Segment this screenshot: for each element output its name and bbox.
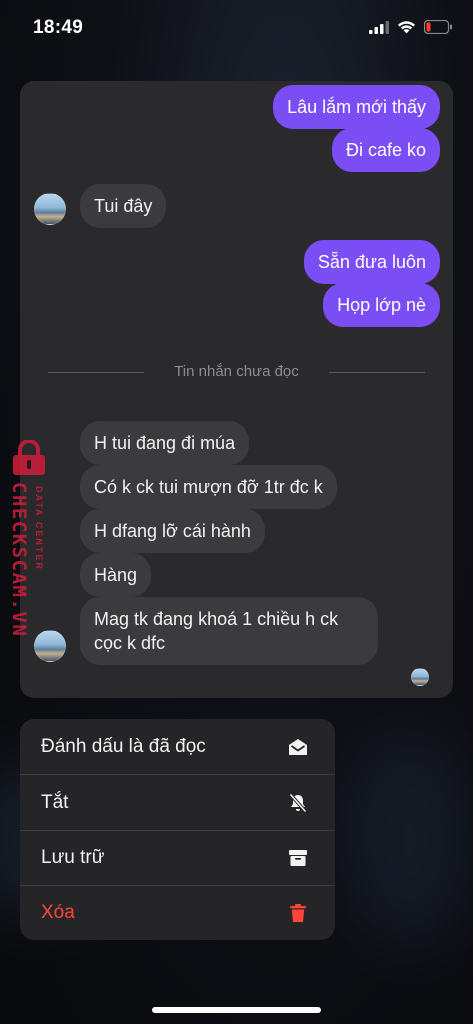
divider-line-right <box>329 372 425 373</box>
watermark-brand: CHECKSCAM.VN <box>8 482 30 638</box>
status-time: 18:49 <box>33 17 84 38</box>
contact-avatar[interactable] <box>34 193 66 225</box>
message-bubble-outgoing[interactable]: Đi cafe ko <box>331 128 440 172</box>
padlock-icon <box>13 440 45 475</box>
chat-preview-card[interactable]: Lâu lắm mới thấy Đi cafe ko Tui đây Sẵn … <box>20 81 453 698</box>
watermark-logo: CHECKSCAM.VN DATA CENTER <box>2 440 60 640</box>
context-menu: Đánh dấu là đã đọc Tắt Lưu trữ Xóa <box>20 719 335 940</box>
message-bubble-outgoing[interactable]: Họp lớp nè <box>323 283 440 327</box>
screen: 18:49 Lâu lắm mới thấy Đi cafe ko Tui đâ… <box>0 0 473 1024</box>
menu-item-mark-as-read[interactable]: Đánh dấu là đã đọc <box>20 719 335 774</box>
archive-box-icon <box>287 847 309 869</box>
mark-read-envelope-icon <box>287 736 309 758</box>
message-bubble-outgoing[interactable]: Sẵn đưa luôn <box>303 240 440 284</box>
menu-item-label: Đánh dấu là đã đọc <box>41 735 206 757</box>
message-bubble-incoming[interactable]: Hàng <box>80 553 152 597</box>
message-bubble-incoming[interactable]: Mag tk đang khoá 1 chiều h ck cọc k dfc <box>80 597 378 665</box>
status-icons <box>369 20 453 34</box>
menu-item-label: Xóa <box>41 901 75 923</box>
message-bubble-outgoing[interactable]: Lâu lắm mới thấy <box>273 85 440 129</box>
home-indicator[interactable] <box>152 1007 321 1013</box>
message-bubble-incoming[interactable]: H dfang lỡ cái hành <box>80 509 265 553</box>
menu-item-delete[interactable]: Xóa <box>20 885 335 940</box>
wifi-icon <box>398 21 415 34</box>
bell-slash-icon <box>287 792 309 814</box>
menu-item-label: Tắt <box>41 791 69 813</box>
trash-icon <box>287 902 309 924</box>
watermark-subtitle: DATA CENTER <box>34 486 44 571</box>
status-bar: 18:49 <box>0 0 473 60</box>
cellular-signal-icon <box>369 20 389 34</box>
message-bubble-incoming[interactable]: H tui đang đi múa <box>80 421 250 465</box>
message-bubble-incoming[interactable]: Có k ck tui mượn đỡ 1tr đc k <box>80 465 337 509</box>
battery-low-icon <box>424 20 452 34</box>
menu-item-label: Lưu trữ <box>41 846 105 868</box>
menu-item-mute[interactable]: Tắt <box>20 775 335 830</box>
menu-item-archive[interactable]: Lưu trữ <box>20 830 335 885</box>
message-bubble-incoming[interactable]: Tui đây <box>80 184 167 228</box>
read-receipt-avatar <box>411 668 429 686</box>
background-blur <box>340 730 473 950</box>
